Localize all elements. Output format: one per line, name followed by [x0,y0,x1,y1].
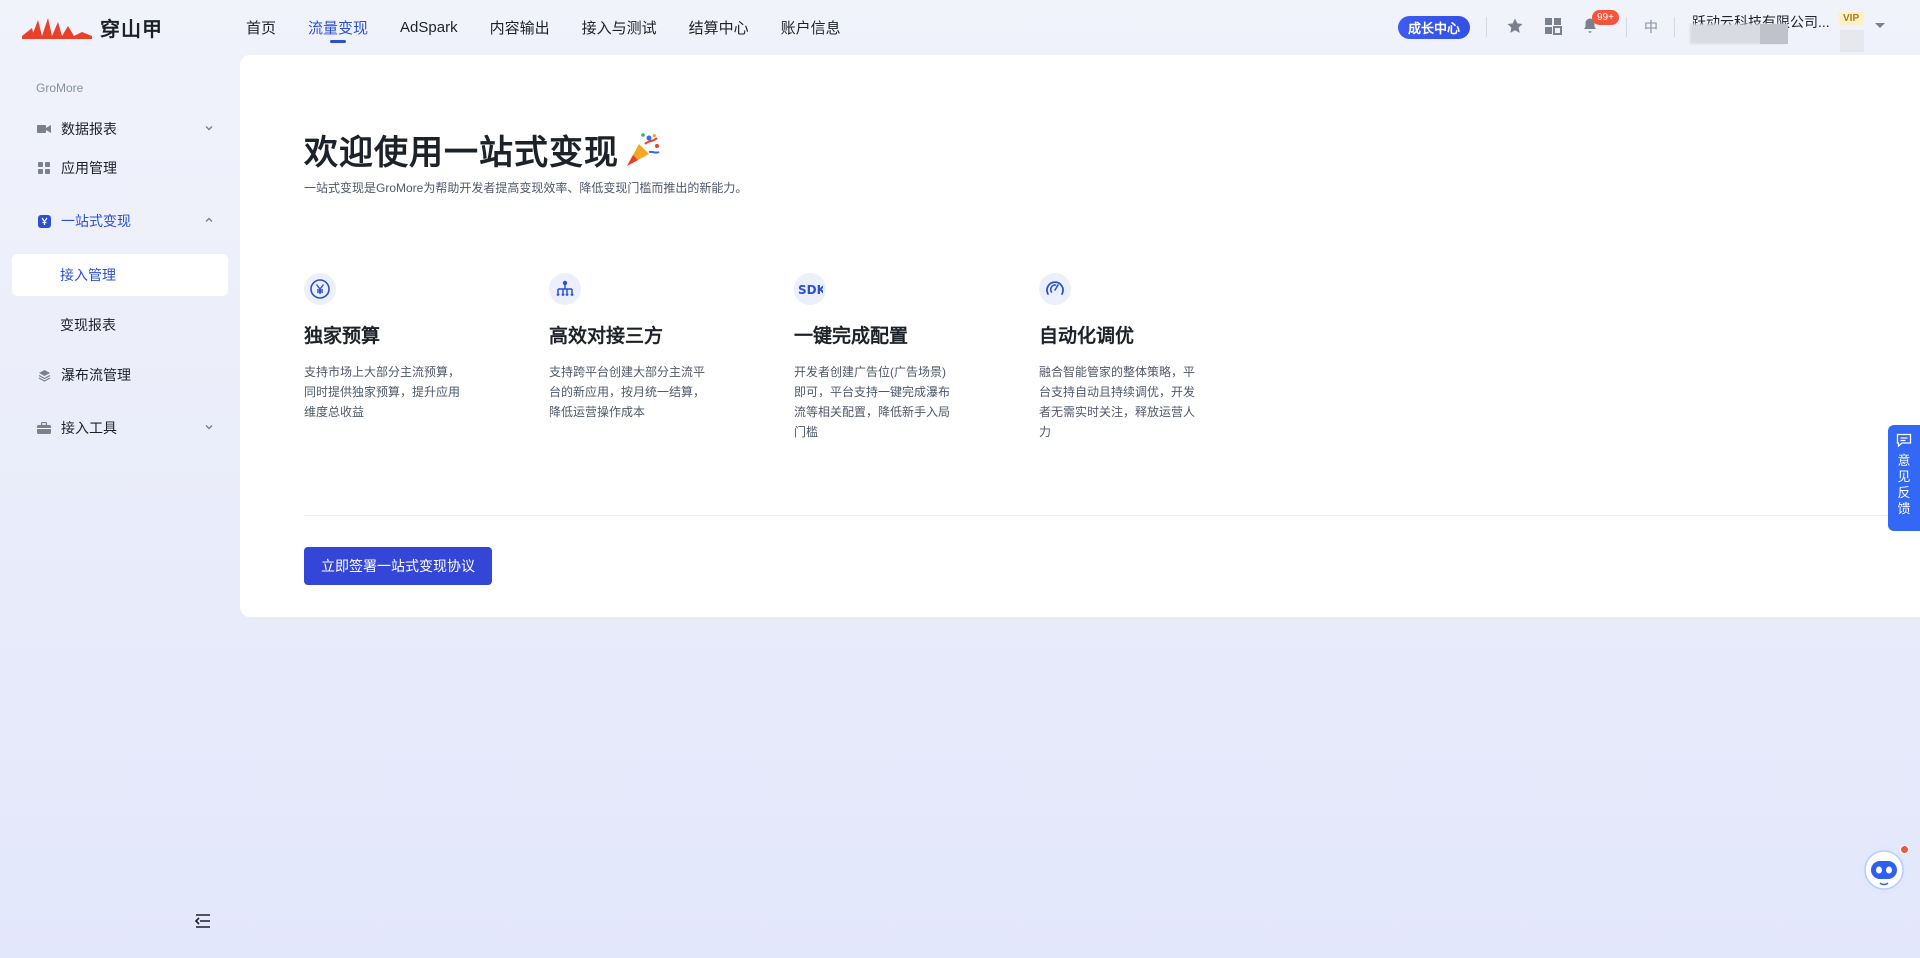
feature-description: 融合智能管家的整体策略，平台支持自动且持续调优，开发者无需实时关注，释放运营人力 [1039,365,1196,439]
feature-description: 开发者创建广告位(广告场景)即可，平台支持一键完成瀑布流等相关配置，降低新手入局… [794,365,951,439]
network-icon [549,273,581,305]
topnav-content-output[interactable]: 内容输出 [490,0,550,55]
sidebar-subitem-integration-management[interactable]: 接入管理 [12,254,228,296]
topnav-adspark[interactable]: AdSpark [400,0,458,55]
star-icon[interactable] [1505,16,1525,36]
svg-text:SDK: SDK [798,283,823,296]
sdk-icon: SDK [794,273,826,305]
sidebar-item-integration-tools[interactable]: 接入工具 [12,407,228,449]
topnav-home[interactable]: 首页 [246,0,276,55]
party-popper-icon [627,132,660,166]
sidebar-section-title: GroMore [36,81,84,95]
topnav-account-info[interactable]: 账户信息 [781,0,841,55]
feature-title: 高效对接三方 [549,326,664,347]
chevron-down-icon [205,126,213,131]
collapse-sidebar-icon[interactable] [194,913,212,929]
feature-one-click-config: SDK 一键完成配置 开发者创建广告位(广告场景)即可，平台支持一键完成瀑布流等… [794,273,964,442]
header-divider [1486,17,1487,37]
header-divider [1626,17,1627,37]
sidebar-item-label: 一站式变现 [61,213,131,229]
top-navigation: 首页 流量变现 AdSpark 内容输出 接入与测试 结算中心 账户信息 [246,0,873,55]
apps-grid-icon[interactable] [1543,16,1563,36]
feature-description: 支持市场上大部分主流预算，同时提供独家预算，提升应用维度总收益 [304,365,461,419]
sidebar-item-label: 接入工具 [61,420,117,436]
feedback-label: 意见反馈 [1897,453,1911,516]
page-title-text: 欢迎使用一站式变现 [304,134,619,172]
ai-assistant-button[interactable] [1860,846,1908,894]
video-icon [37,122,51,136]
page-subtitle: 一站式变现是GroMore为帮助开发者提高变现效率、降低变现门槛而推出的新能力。 [304,181,748,195]
language-switch[interactable]: 中 [1644,17,1658,37]
sidebar-item-label: 数据报表 [61,121,117,137]
notification-badge: 99+ [1592,10,1619,25]
growth-center-button[interactable]: 成长中心 [1398,16,1470,39]
topnav-integration-testing[interactable]: 接入与测试 [582,0,657,55]
notification-dot [1900,845,1909,854]
feature-description: 支持跨平台创建大部分主流平台的新应用，按月统一结算，降低运营操作成本 [549,365,706,419]
sign-agreement-button[interactable]: 立即签署一站式变现协议 [304,547,492,585]
sidebar: GroMore 数据报表 应用管理 一站式变现 接入管理 变现报表 瀑布流管理 … [0,55,240,958]
brand-logo[interactable]: 穿山甲 [22,13,163,42]
top-header: 穿山甲 首页 流量变现 AdSpark 内容输出 接入与测试 结算中心 账户信息… [0,0,1920,55]
topnav-traffic-monetization[interactable]: 流量变现 [308,0,368,55]
sidebar-item-app-management[interactable]: 应用管理 [12,147,228,189]
account-info-redacted [1840,30,1864,52]
sidebar-subitem-monetization-report[interactable]: 变现报表 [12,304,228,346]
sidebar-item-data-report[interactable]: 数据报表 [12,108,228,150]
layers-icon [37,368,51,382]
divider [304,515,1920,516]
header-divider [1674,17,1675,37]
robot-assistant-icon [1864,850,1904,890]
vip-badge: VIP [1838,12,1865,25]
toolbox-icon [37,421,51,435]
yen-icon [37,214,51,228]
chevron-up-icon [205,217,213,222]
chevron-down-icon [205,425,213,430]
feature-title: 独家预算 [304,326,381,347]
grid-icon [37,161,51,175]
feature-exclusive-budget: 独家预算 支持市场上大部分主流预算，同时提供独家预算，提升应用维度总收益 [304,273,474,422]
feedback-tab[interactable]: 意见反馈 [1888,425,1920,531]
caret-down-icon[interactable] [1874,22,1886,30]
gauge-icon [1039,273,1071,305]
sidebar-item-waterfall-management[interactable]: 瀑布流管理 [12,354,228,396]
pangolin-logo-icon [22,17,92,39]
sidebar-item-label: 瀑布流管理 [61,367,131,383]
sidebar-item-one-stop-monetization[interactable]: 一站式变现 [12,200,228,242]
welcome-card: 欢迎使用一站式变现 一站式变现是GroMore为帮助开发者提高变现效率、降低变现… [240,55,1920,617]
feature-third-party-integration: 高效对接三方 支持跨平台创建大部分主流平台的新应用，按月统一结算，降低运营操作成… [549,273,719,422]
feature-auto-optimization: 自动化调优 融合智能管家的整体策略，平台支持自动且持续调优，开发者无需实时关注，… [1039,273,1209,442]
message-icon [1896,433,1912,447]
yen-circle-icon [304,273,336,305]
feature-title: 自动化调优 [1039,326,1135,347]
brand-name: 穿山甲 [100,19,163,41]
feature-title: 一键完成配置 [794,326,909,347]
topnav-settlement[interactable]: 结算中心 [689,0,749,55]
page-title: 欢迎使用一站式变现 [304,125,663,174]
sidebar-item-label: 应用管理 [61,160,117,176]
account-info-redacted [1760,24,1788,44]
